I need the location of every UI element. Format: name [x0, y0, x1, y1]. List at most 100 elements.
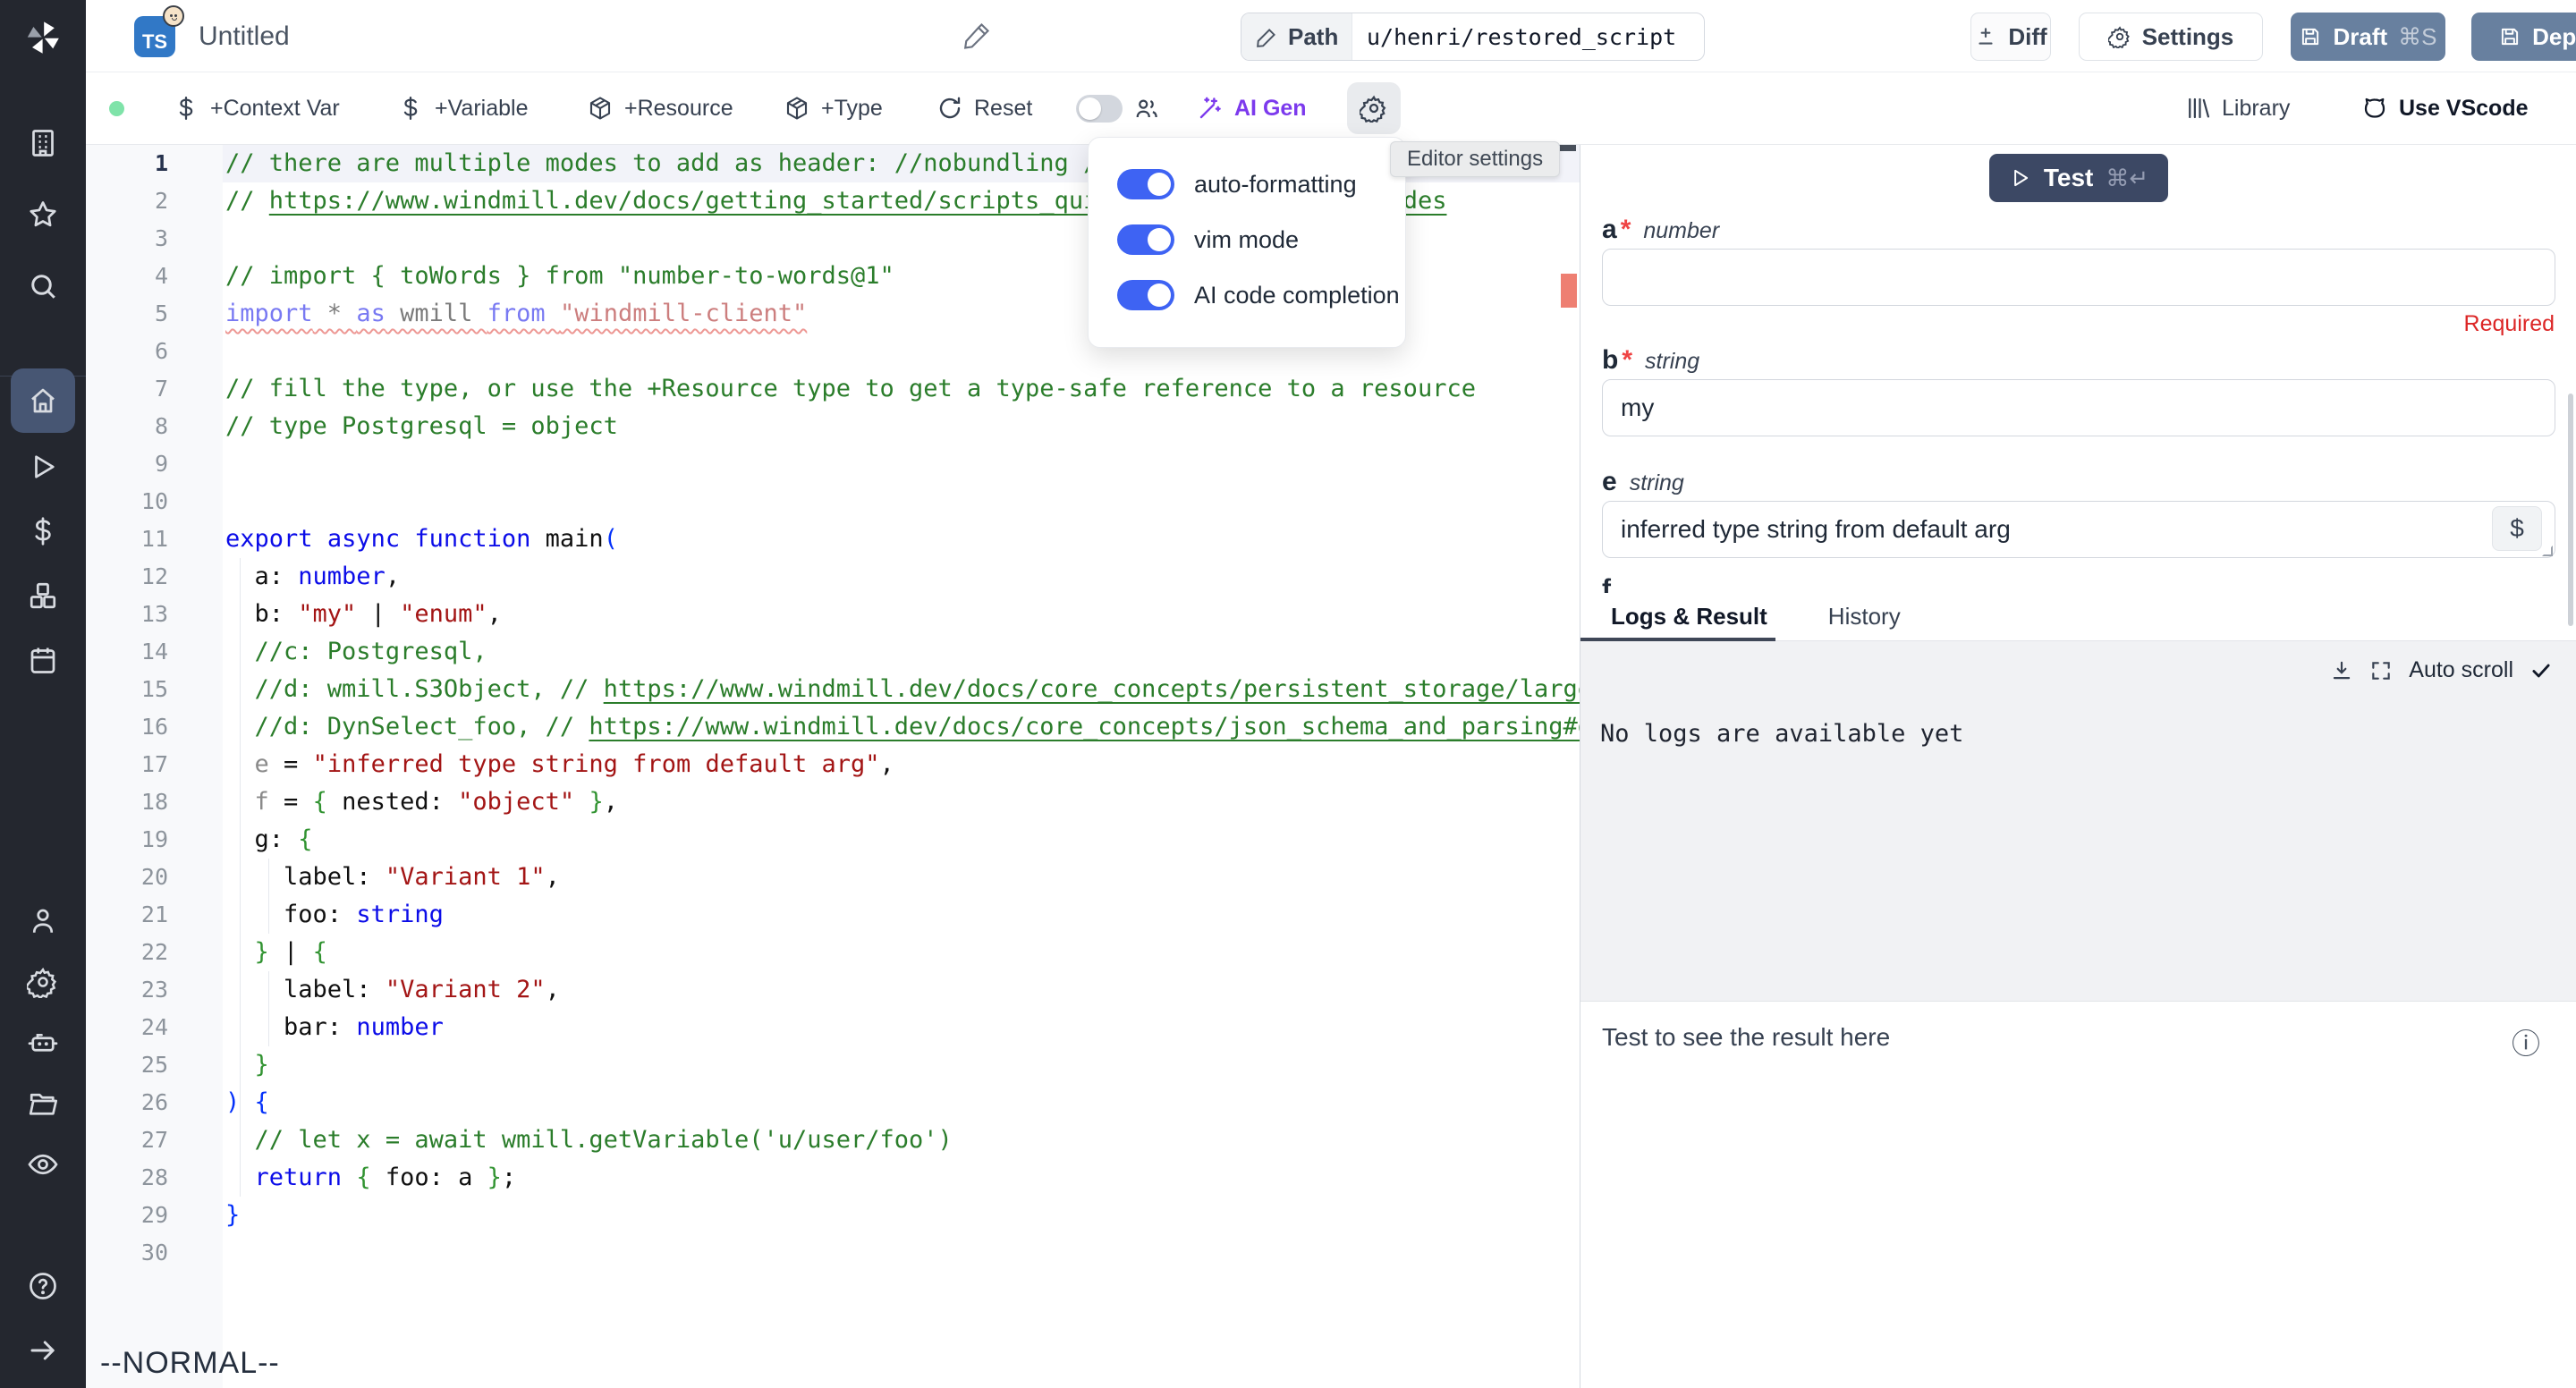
code-line[interactable]: 10 — [86, 483, 1580, 520]
info-icon[interactable]: ⓘ — [2512, 1021, 2540, 1062]
line-content: //c: Postgresql, — [223, 633, 1580, 671]
code-line[interactable]: 19 g: { — [86, 821, 1580, 859]
expand-sidebar-arrow-icon[interactable] — [27, 1334, 59, 1367]
code-line[interactable]: 14 //c: Postgresql, — [86, 633, 1580, 671]
code-line[interactable]: 28 return { foo: a }; — [86, 1159, 1580, 1197]
ai-gen-button[interactable]: AI Gen — [1197, 72, 1307, 144]
add-context-var-button[interactable]: +Context Var — [173, 72, 340, 144]
tab-logs-result[interactable]: Logs & Result — [1580, 593, 1798, 640]
code-line[interactable]: 8// type Postgresql = object — [86, 408, 1580, 445]
download-icon[interactable] — [2330, 659, 2353, 682]
code-line[interactable]: 26) { — [86, 1084, 1580, 1121]
reset-button[interactable]: Reset — [936, 72, 1032, 144]
workers-robot-icon[interactable] — [27, 1027, 59, 1059]
autoscroll-label[interactable]: Auto scroll — [2409, 657, 2513, 683]
code-line[interactable]: 27 // let x = await wmill.getVariable('u… — [86, 1121, 1580, 1159]
code-line[interactable]: 23 label: "Variant 2", — [86, 971, 1580, 1009]
code-line[interactable]: 24 bar: number — [86, 1009, 1580, 1046]
users-person-icon[interactable] — [27, 905, 59, 937]
refresh-icon — [936, 95, 963, 122]
field-name: e — [1602, 467, 1617, 497]
save-icon — [2299, 25, 2322, 48]
line-number: 21 — [86, 896, 223, 934]
line-number: 29 — [86, 1197, 223, 1234]
auto-formatting-toggle-on[interactable] — [1117, 169, 1174, 199]
line-content: label: "Variant 2", — [223, 971, 1580, 1009]
line-content: f = { nested: "object" }, — [223, 783, 1580, 821]
line-number: 6 — [86, 333, 223, 370]
code-line[interactable]: 20 label: "Variant 1", — [86, 859, 1580, 896]
line-number: 2 — [86, 182, 223, 220]
draft-button[interactable]: Draft⌘S — [2291, 13, 2445, 61]
field-e-input[interactable] — [1602, 501, 2555, 558]
magic-wand-icon — [1197, 95, 1224, 122]
code-line[interactable]: 29} — [86, 1197, 1580, 1234]
code-line[interactable]: 11export async function main( — [86, 520, 1580, 558]
code-line[interactable]: 15 //d: wmill.S3Object, // https://www.w… — [86, 671, 1580, 708]
path-label: Path — [1241, 13, 1352, 60]
workspace-building-icon[interactable] — [27, 127, 59, 159]
line-number: 3 — [86, 220, 223, 258]
insert-variable-button[interactable]: $ — [2492, 506, 2542, 551]
line-number: 14 — [86, 633, 223, 671]
settings-gear-icon[interactable] — [27, 966, 59, 998]
check-icon[interactable] — [2529, 659, 2553, 682]
schedules-calendar-icon[interactable] — [27, 644, 59, 676]
line-content: bar: number — [223, 1009, 1580, 1046]
code-line[interactable]: 22 } | { — [86, 934, 1580, 971]
people-icon — [1133, 95, 1160, 122]
test-button[interactable]: Test ⌘↵ — [1989, 154, 2168, 202]
home-icon[interactable] — [27, 385, 59, 417]
panel-scrollbar-thumb[interactable] — [2568, 394, 2573, 626]
runs-play-icon[interactable] — [27, 451, 59, 483]
windmill-logo-icon[interactable] — [21, 16, 64, 59]
editor-settings-gear-button[interactable] — [1347, 82, 1401, 134]
add-resource-button[interactable]: +Resource — [587, 72, 733, 144]
vim-mode-toggle-on[interactable] — [1117, 224, 1174, 255]
setting-ai-code-completion: AI code completion — [1117, 272, 1405, 318]
code-line[interactable]: 21 foo: string — [86, 896, 1580, 934]
code-line[interactable]: 18 f = { nested: "object" }, — [86, 783, 1580, 821]
code-line[interactable]: 9 — [86, 445, 1580, 483]
line-number: 17 — [86, 746, 223, 783]
field-a-input[interactable] — [1602, 249, 2555, 306]
multiplayer-toggle[interactable] — [1076, 72, 1160, 144]
edit-title-pencil-icon[interactable] — [962, 21, 991, 50]
ai-code-completion-toggle-on[interactable] — [1117, 280, 1174, 310]
editor-toolbar: +Context Var +Variable +Resource +Type R… — [86, 72, 2576, 145]
toggle-off[interactable] — [1076, 95, 1123, 123]
field-b-input[interactable] — [1602, 379, 2555, 436]
folders-icon[interactable] — [27, 1088, 59, 1120]
add-type-button[interactable]: +Type — [784, 72, 883, 144]
tab-history[interactable]: History — [1798, 593, 1931, 640]
add-variable-button[interactable]: +Variable — [397, 72, 528, 144]
code-line[interactable]: 7// fill the type, or use the +Resource … — [86, 370, 1580, 408]
code-line[interactable]: 25 } — [86, 1046, 1580, 1084]
expand-icon[interactable] — [2369, 659, 2393, 682]
audit-eye-icon[interactable] — [27, 1148, 59, 1181]
path-pencil-icon — [1256, 25, 1279, 48]
search-icon[interactable] — [27, 270, 59, 302]
line-content — [223, 483, 1580, 520]
favorites-star-icon[interactable] — [27, 199, 59, 231]
field-type: string — [1645, 349, 1699, 375]
code-line[interactable]: 16 //d: DynSelect_foo, // https://www.wi… — [86, 708, 1580, 746]
diff-button[interactable]: Diff — [1970, 13, 2051, 61]
deploy-button[interactable]: Deploy — [2471, 13, 2576, 61]
settings-button[interactable]: Settings — [2079, 13, 2263, 61]
variables-dollar-icon[interactable] — [27, 515, 59, 547]
use-vscode-button[interactable]: Use VScode — [2361, 72, 2529, 144]
code-line[interactable]: 12 a: number, — [86, 558, 1580, 596]
resources-boxes-icon[interactable] — [27, 580, 59, 612]
path-field[interactable]: Path u/henri/restored_script — [1241, 13, 1705, 61]
setting-vim-mode: vim mode — [1117, 216, 1405, 263]
code-line[interactable]: 17 e = "inferred type string from defaul… — [86, 746, 1580, 783]
result-area: Test to see the result here ⓘ — [1580, 1001, 2576, 1384]
library-icon — [2184, 95, 2211, 122]
code-line[interactable]: 13 b: "my" | "enum", — [86, 596, 1580, 633]
help-icon[interactable] — [27, 1270, 59, 1302]
code-line[interactable]: 30 — [86, 1234, 1580, 1272]
library-button[interactable]: Library — [2184, 72, 2290, 144]
line-number: 16 — [86, 708, 223, 746]
line-content: e = "inferred type string from default a… — [223, 746, 1580, 783]
